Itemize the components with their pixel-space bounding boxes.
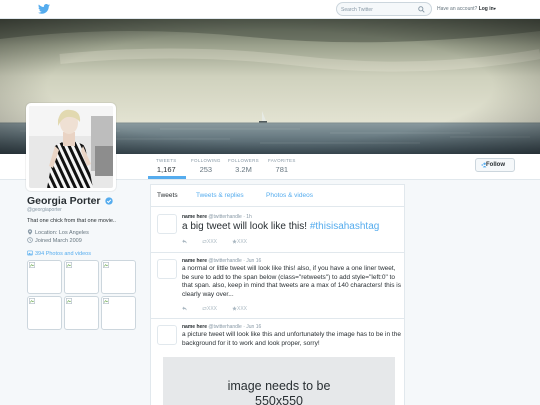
profile-name[interactable]: Georgia Porter (27, 195, 114, 207)
broken-image-icon (66, 298, 72, 304)
tweet-timeline: Tweets Tweets & replies Photos & videos … (150, 184, 405, 405)
chevron-down-icon[interactable]: ▾ (494, 6, 496, 11)
photo-thumbnail[interactable] (101, 296, 136, 330)
reply-icon[interactable] (182, 239, 187, 244)
tweet-avatar[interactable] (157, 259, 177, 279)
tweet-author-name[interactable]: name here (182, 258, 207, 264)
tab-tweets[interactable]: Tweets (157, 192, 178, 199)
tweet-text: a normal or little tweet will look like … (182, 265, 401, 298)
login-area: Have an account? Log in▾ (437, 6, 496, 12)
retweet-action[interactable]: XXX (202, 239, 217, 245)
stat-tweets[interactable]: TWEETS 1,167 (156, 158, 177, 174)
stat-value: 253 (199, 165, 213, 174)
stat-value: 3.2M (235, 165, 252, 174)
tweet-handle-time[interactable]: @twitterhandle · 1h (208, 214, 251, 220)
image-placeholder-line-2: 550x550 (255, 394, 303, 405)
tweet-header: name here @twitterhandle · Jun 16 (182, 258, 261, 264)
follow-label[interactable]: Follow (486, 162, 505, 168)
stat-following[interactable]: FOLLOWING 253 (191, 158, 221, 174)
timeline-tabs: Tweets Tweets & replies Photos & videos (151, 185, 404, 207)
stat-followers[interactable]: FOLLOWERS 3.2M (228, 158, 259, 174)
retweet-count: XXX (207, 239, 218, 245)
photo-icon (27, 250, 33, 256)
follow-icon (481, 162, 487, 168)
login-link[interactable]: Log in▾ (479, 6, 496, 12)
stat-label: FAVORITES (268, 158, 296, 163)
stat-label: FOLLOWING (191, 158, 221, 163)
profile-bio: That one chick from that one movie.. (27, 218, 116, 224)
tweet-author-name[interactable]: name here (182, 214, 207, 220)
tweet-body: a big tweet will look like this! (182, 221, 310, 232)
tweet-handle-time[interactable]: @twitterhandle · Jun 16 (208, 324, 261, 330)
tweet-author-name[interactable]: name here (182, 324, 207, 330)
photo-thumbnail[interactable] (101, 260, 136, 294)
search-input[interactable] (341, 4, 415, 15)
profile-handle[interactable]: @georgiaporter (27, 207, 62, 213)
search-icon[interactable] (418, 6, 425, 13)
image-placeholder-line-1: image needs to be (227, 379, 331, 393)
photo-thumbnail[interactable] (64, 296, 99, 330)
tweet-header: name here @twitterhandle · 1h (182, 214, 252, 220)
account-prompt: Have an account? (437, 6, 478, 12)
tab-tweets-and-replies[interactable]: Tweets & replies (196, 192, 244, 199)
profile-name-text[interactable]: Georgia Porter (27, 195, 101, 207)
profile-location: Location: Los Angeles (27, 229, 89, 236)
tweet-header: name here @twitterhandle · Jun 16 (182, 324, 261, 330)
tab-photos-and-videos[interactable]: Photos & videos (266, 192, 313, 199)
broken-image-icon (103, 298, 109, 304)
follow-button[interactable]: Follow (475, 158, 515, 172)
joined-text: Joined March 2009 (35, 238, 82, 244)
photos-and-videos-link[interactable]: 394 Photos and videos (27, 250, 91, 257)
photos-link-text[interactable]: 394 Photos and videos (35, 251, 91, 257)
location-text: Location: Los Angeles (35, 230, 89, 236)
retweet-action[interactable]: XXX (202, 306, 217, 312)
top-navigation-bar: Have an account? Log in▾ (0, 0, 540, 19)
search-box (336, 2, 432, 16)
tweet-avatar[interactable] (157, 325, 177, 345)
tweet[interactable]: name here @twitterhandle · Jun 16 a norm… (151, 253, 404, 319)
favorite-action[interactable]: XXX (232, 306, 247, 312)
tweet-text: a big tweet will look like this! #thisis… (182, 221, 402, 233)
stat-value: 781 (275, 165, 289, 174)
location-pin-icon (27, 229, 33, 235)
tweet-avatar[interactable] (157, 214, 177, 234)
tweet-handle-time[interactable]: @twitterhandle · Jun 16 (208, 258, 261, 264)
favorite-count: XXX (237, 239, 248, 245)
twitter-bird-icon[interactable] (38, 4, 50, 14)
login-label[interactable]: Log in (479, 6, 494, 12)
broken-image-icon (66, 262, 72, 268)
active-stat-indicator (148, 176, 186, 179)
favorite-action[interactable]: XXX (232, 239, 247, 245)
tweet[interactable]: name here @twitterhandle · 1h a big twee… (151, 207, 404, 253)
stat-value: 1,167 (156, 165, 176, 174)
avatar-photo (29, 106, 113, 188)
photo-thumbnail[interactable] (64, 260, 99, 294)
stat-favorites[interactable]: FAVORITES 781 (268, 158, 296, 174)
broken-image-icon (29, 262, 35, 268)
reply-action[interactable] (182, 239, 187, 245)
broken-image-icon (29, 298, 35, 304)
retweet-count: XXX (207, 306, 218, 312)
verified-badge-icon (105, 197, 114, 205)
stat-label: TWEETS (156, 158, 177, 163)
calendar-icon (27, 237, 33, 243)
reply-icon[interactable] (182, 306, 187, 311)
tweet-hashtag[interactable]: #thisisahashtag (310, 221, 380, 232)
avatar[interactable] (26, 103, 116, 191)
tweet-image-placeholder[interactable]: image needs to be 550x550 (163, 357, 395, 405)
photo-thumbnail[interactable] (27, 260, 62, 294)
reply-action[interactable] (182, 306, 187, 312)
tweet-text: a picture tweet will look like this and … (182, 331, 401, 347)
profile-joined: Joined March 2009 (27, 237, 82, 244)
stat-label: FOLLOWERS (228, 158, 259, 163)
favorite-count: XXX (237, 306, 248, 312)
photo-thumbnail[interactable] (27, 296, 62, 330)
image-placeholder-text: image needs to be 550x550 (163, 379, 395, 405)
broken-image-icon (103, 262, 109, 268)
